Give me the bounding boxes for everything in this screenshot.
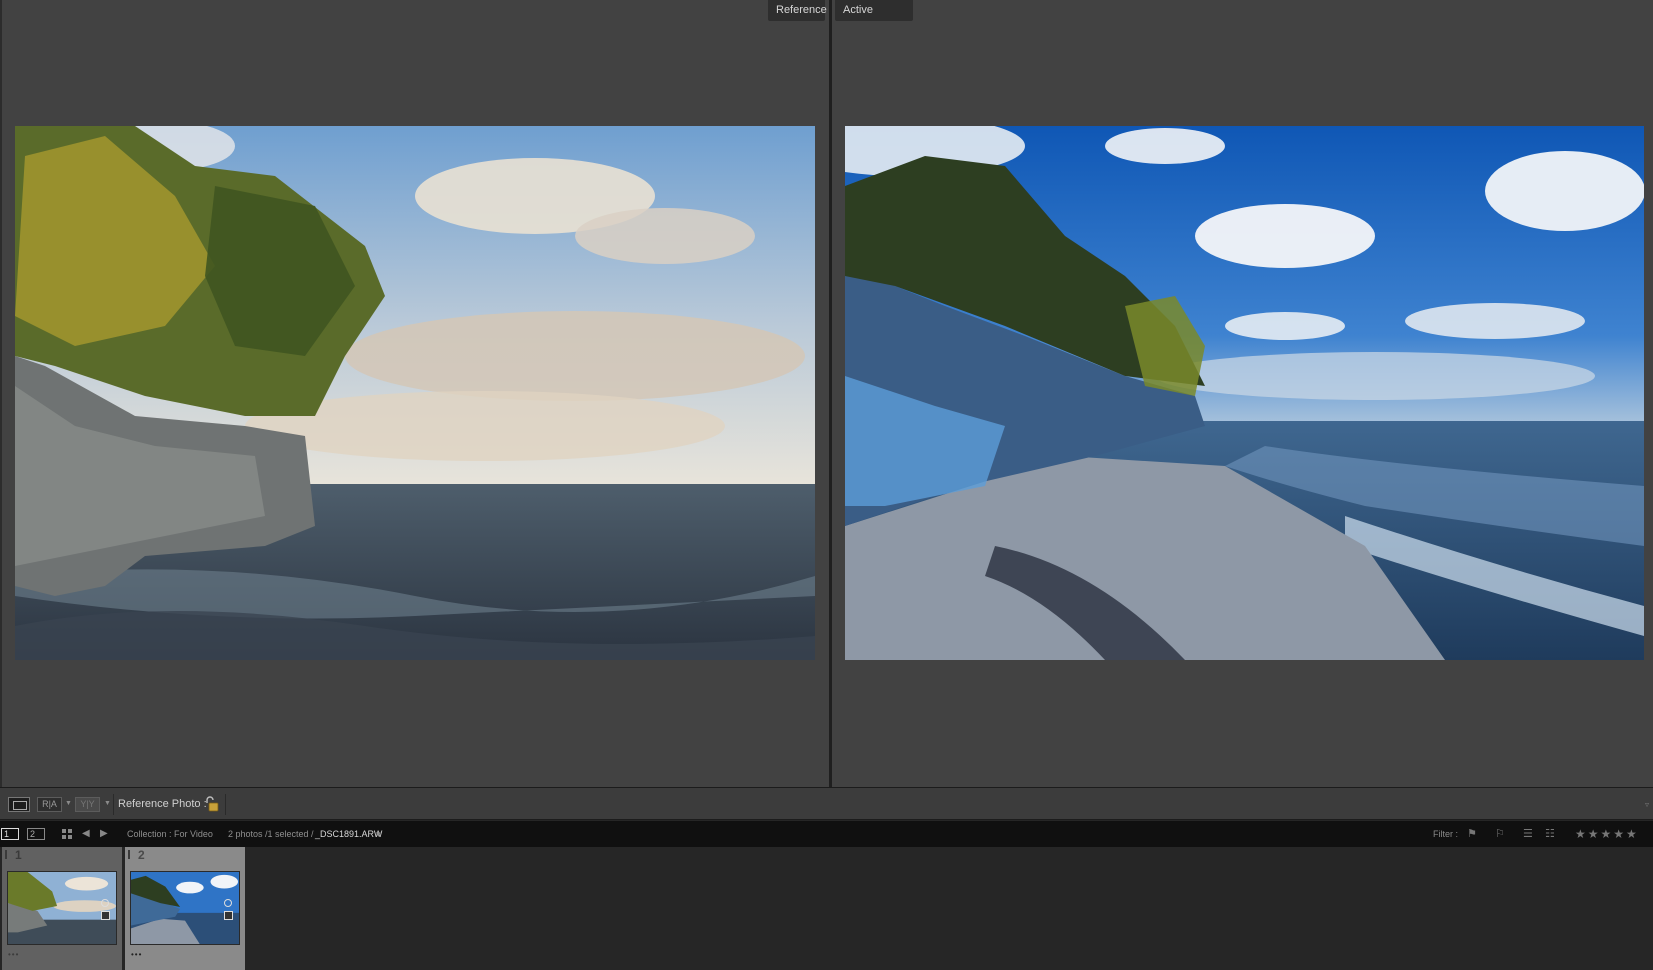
filmstrip-item[interactable]: 1 ••• [2,847,122,970]
compare-view-caret-icon[interactable]: ▼ [65,800,72,807]
forward-arrow-icon[interactable]: ▶ [100,828,108,839]
unedited-filter-icon[interactable]: ☷ [1545,828,1557,840]
flag-pick-filter-icon[interactable]: ⚑ [1467,828,1479,840]
thumbnail-image-warm [8,872,116,944]
thumbnail-image-blue [131,872,239,944]
filename-caret-icon[interactable]: ▾ [376,829,381,840]
filmstrip-item-selected[interactable]: 2 ••• [125,847,245,970]
filmstrip-item-number: 1 [15,848,22,862]
back-arrow-icon[interactable]: ◀ [82,828,90,839]
unlocked-padlock-icon[interactable] [203,796,219,812]
active-pane[interactable]: Active [829,0,1653,787]
compare-toolbar: R|A ▼ Y|Y ▼ Reference Photo : ▿ [0,787,1653,820]
reference-photo[interactable] [15,126,815,660]
target-badge-icon [101,899,109,907]
rating-filter-stars[interactable]: ★★★★★ [1575,827,1639,841]
filmstrip-thumbnail[interactable] [130,871,240,945]
secondary-window-button[interactable]: 2 [27,828,45,840]
main-window-button[interactable]: 1 [1,828,19,840]
filmstrip: 1 ••• 2 ••• [0,847,1653,970]
toolbar-expand-icon[interactable]: ▿ [1645,800,1649,809]
reference-photo-label: Reference Photo : [118,798,207,810]
active-tab[interactable]: Active [835,0,913,21]
edited-filter-icon[interactable]: ☰ [1523,828,1535,840]
toolbar-divider [113,794,114,815]
filter-label: Filter : [1433,829,1459,839]
active-photo-image [845,126,1644,660]
reference-photo-image [15,126,815,660]
loupe-view-button[interactable] [8,797,30,812]
edited-badge-icon [101,911,110,920]
toolbar-divider [225,794,226,815]
reference-tab[interactable]: Reference [768,0,827,21]
target-badge-icon [224,899,232,907]
filmstrip-thumbnail[interactable] [7,871,117,945]
active-photo[interactable] [845,126,1644,660]
selected-filename[interactable]: _DSC1891.ARW [315,829,382,839]
flag-reject-filter-icon[interactable]: ⚐ [1495,828,1507,840]
collection-source[interactable]: Collection : For Video [127,829,213,839]
filmstrip-item-number: 2 [138,848,145,862]
rating-dots[interactable]: ••• [131,950,142,959]
grid-view-icon[interactable] [62,829,73,840]
selection-info: 2 photos /1 selected / [228,829,314,839]
edited-badge-icon [224,911,233,920]
filmstrip-header: 1 2 ◀ ▶ Collection : For Video 2 photos … [0,821,1653,847]
flag-icon[interactable] [128,850,135,859]
survey-view-caret-icon[interactable]: ▼ [104,800,111,807]
rating-dots[interactable]: ••• [8,950,19,959]
compare-view: Reference Active [0,0,1653,787]
flag-icon[interactable] [5,850,12,859]
survey-view-button[interactable]: Y|Y [75,797,100,812]
reference-pane[interactable]: Reference [0,0,829,787]
compare-view-button[interactable]: R|A [37,797,62,812]
